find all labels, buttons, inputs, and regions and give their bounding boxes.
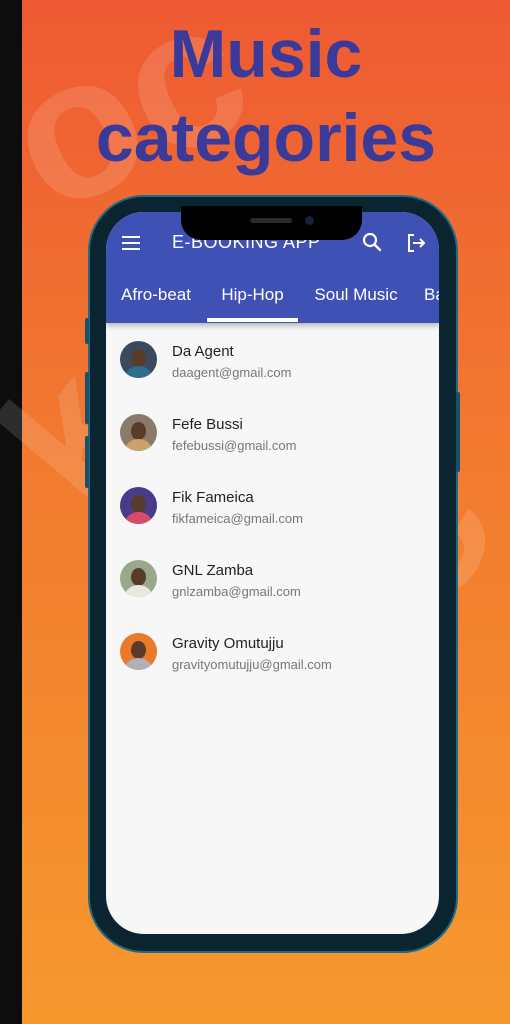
speaker-grille bbox=[250, 218, 292, 223]
avatar-face bbox=[131, 349, 146, 367]
avatar bbox=[120, 487, 157, 524]
phone-side-button bbox=[85, 318, 89, 344]
logout-icon[interactable] bbox=[405, 232, 427, 254]
list-item[interactable]: GNL Zamba gnlzamba@gmail.com bbox=[106, 542, 439, 615]
tab-partial[interactable]: Ba bbox=[424, 278, 439, 323]
promo-headline: Music categories bbox=[22, 12, 510, 180]
avatar-face bbox=[131, 422, 146, 440]
search-icon[interactable] bbox=[362, 232, 382, 252]
tab-afro-beat[interactable]: Afro-beat bbox=[114, 278, 198, 323]
artist-email: gravityomutujju@gmail.com bbox=[172, 657, 332, 672]
artist-email: gnlzamba@gmail.com bbox=[172, 584, 301, 599]
avatar-face bbox=[131, 641, 146, 659]
artist-email: daagent@gmail.com bbox=[172, 365, 292, 380]
avatar-face bbox=[131, 568, 146, 586]
tab-soul-music[interactable]: Soul Music bbox=[310, 278, 402, 323]
phone-notch bbox=[181, 206, 362, 240]
phone-screen: E-BOOKING APP Afro-beat Hip-Hop Soul Mus… bbox=[106, 212, 439, 934]
avatar-face bbox=[131, 495, 146, 513]
avatar-body bbox=[124, 439, 153, 451]
list-item[interactable]: Gravity Omutujju gravityomutujju@gmail.c… bbox=[106, 615, 439, 688]
avatar-body bbox=[124, 512, 153, 524]
avatar bbox=[120, 414, 157, 451]
list-item[interactable]: Fefe Bussi fefebussi@gmail.com bbox=[106, 396, 439, 469]
list-item[interactable]: Da Agent daagent@gmail.com bbox=[106, 323, 439, 396]
artist-name: Fefe Bussi bbox=[172, 416, 243, 433]
artist-name: Fik Fameica bbox=[172, 489, 254, 506]
list-item[interactable]: Fik Fameica fikfameica@gmail.com bbox=[106, 469, 439, 542]
selected-tab-indicator bbox=[207, 318, 298, 322]
phone-side-button bbox=[85, 372, 89, 424]
left-edge-strip bbox=[0, 0, 22, 1024]
headline-line-2: categories bbox=[95, 100, 437, 176]
artist-email: fikfameica@gmail.com bbox=[172, 511, 303, 526]
front-camera bbox=[305, 216, 314, 225]
category-tabs: Afro-beat Hip-Hop Soul Music Ba bbox=[106, 278, 439, 323]
phone-side-button bbox=[85, 436, 89, 488]
phone-power-button bbox=[456, 392, 460, 472]
avatar bbox=[120, 633, 157, 670]
avatar bbox=[120, 341, 157, 378]
artist-email: fefebussi@gmail.com bbox=[172, 438, 297, 453]
headline-line-1: Music bbox=[169, 16, 363, 92]
tab-hip-hop[interactable]: Hip-Hop bbox=[207, 278, 298, 323]
avatar-body bbox=[124, 585, 153, 597]
artist-name: Da Agent bbox=[172, 343, 234, 360]
avatar-body bbox=[124, 366, 153, 378]
avatar-body bbox=[124, 658, 153, 670]
menu-icon[interactable] bbox=[122, 236, 140, 250]
artist-name: GNL Zamba bbox=[172, 562, 254, 579]
avatar bbox=[120, 560, 157, 597]
artist-name: Gravity Omutujju bbox=[172, 635, 284, 652]
